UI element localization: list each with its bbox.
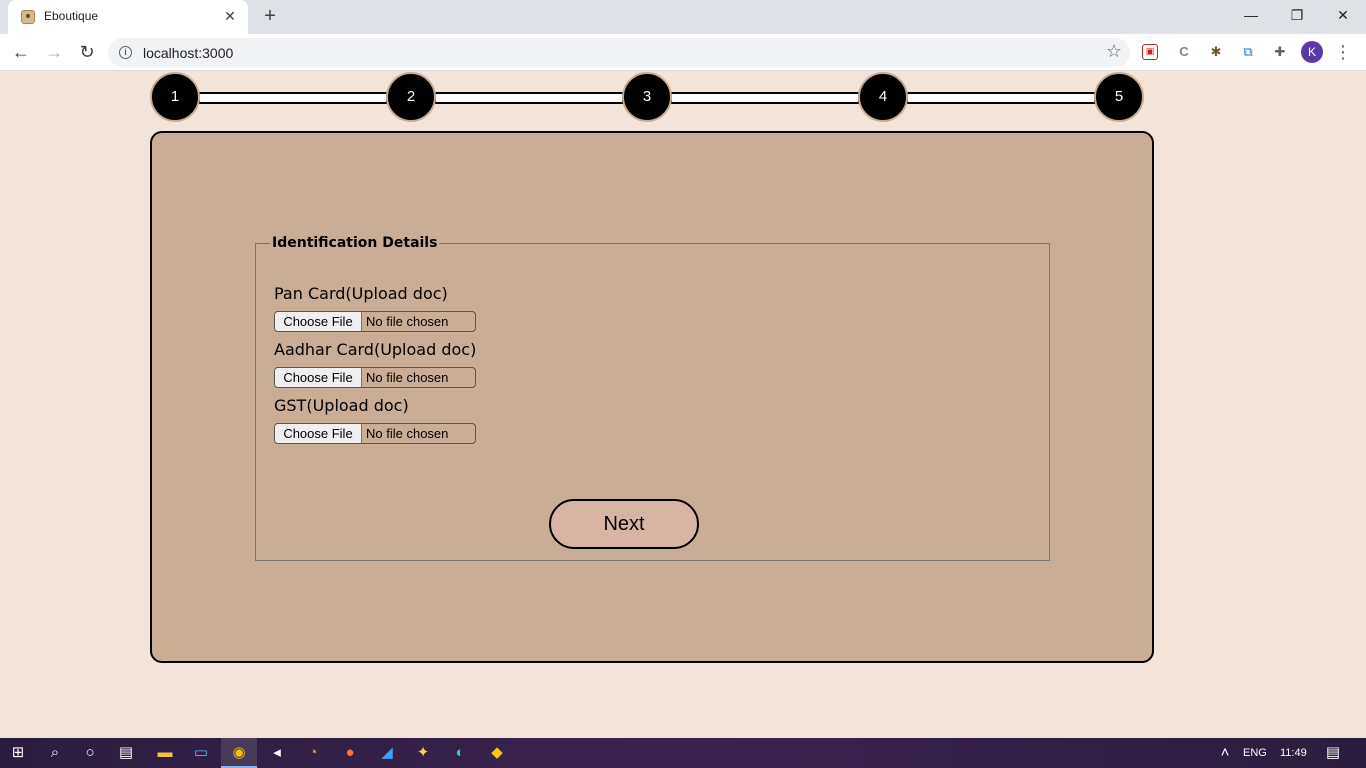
reload-icon[interactable]: ↻ (74, 39, 100, 65)
browser-menu-icon[interactable]: ⋮ (1334, 40, 1352, 64)
new-tab-button[interactable]: + (258, 5, 282, 29)
language-indicator[interactable]: ENG (1243, 738, 1267, 768)
step-5-circle[interactable]: 5 (1094, 72, 1144, 122)
window-minimize-button[interactable]: — (1228, 0, 1274, 30)
gst-file-status: No file chosen (366, 426, 449, 441)
pan-card-label: Pan Card(Upload doc) (274, 284, 448, 303)
desktop-app-icon[interactable]: ▭ (183, 738, 219, 768)
bookmark-star-icon[interactable]: ☆ (1106, 41, 1122, 62)
site-favicon-icon (21, 10, 35, 24)
tab-title: Eboutique (44, 9, 99, 23)
step-connector (906, 92, 1096, 104)
profile-avatar[interactable]: K (1301, 41, 1323, 63)
blender-icon[interactable]: ◔ (295, 738, 331, 768)
aadhar-card-file-input[interactable]: Choose File No file chosen (274, 367, 476, 388)
address-bar[interactable]: i localhost:3000 ☆ (108, 38, 1130, 67)
edge-icon[interactable]: ◐ (442, 738, 478, 768)
step-connector (198, 92, 388, 104)
windows-taskbar: ⊞ ⌕ ○ ▤ ▬ ▭ ◉ ◂ ◔ ● ◢ ✦ ◐ ◆ ˄ ENG 11:49 … (0, 738, 1366, 768)
site-info-icon[interactable]: i (119, 46, 132, 59)
task-view-icon[interactable]: ▤ (108, 738, 144, 768)
screen-share-extension-icon[interactable]: ⧉ (1238, 42, 1258, 62)
form-card: Identification Details Pan Card(Upload d… (150, 131, 1154, 663)
next-button[interactable]: Next (549, 499, 699, 549)
url-text[interactable]: localhost:3000 (143, 45, 233, 61)
chrome-icon[interactable]: ◉ (221, 738, 257, 768)
notifications-icon[interactable]: ▤ (1315, 738, 1351, 768)
fieldset-legend: Identification Details (270, 235, 440, 251)
back-arrow-icon[interactable]: ← (8, 39, 34, 65)
step-3-circle[interactable]: 3 (622, 72, 672, 122)
progress-stepper: 1 2 3 4 5 (150, 72, 1146, 124)
extensions-puzzle-icon[interactable]: ✚ (1270, 42, 1290, 62)
fl-studio-icon[interactable]: ✦ (405, 738, 441, 768)
pan-card-file-input[interactable]: Choose File No file chosen (274, 311, 476, 332)
aadhar-card-label: Aadhar Card(Upload doc) (274, 340, 477, 359)
pdf-extension-icon[interactable]: ▣ (1142, 44, 1158, 60)
gst-choose-file-button[interactable]: Choose File (275, 424, 362, 443)
forward-arrow-icon[interactable]: → (41, 39, 67, 65)
windows-start-icon[interactable]: ⊞ (0, 738, 36, 768)
step-4-circle[interactable]: 4 (858, 72, 908, 122)
cortana-icon[interactable]: ○ (72, 738, 108, 768)
pan-card-file-status: No file chosen (366, 314, 449, 329)
app-arrow-icon[interactable]: ◂ (259, 738, 295, 768)
gst-label: GST(Upload doc) (274, 396, 409, 415)
code-extension-icon[interactable]: C (1174, 42, 1194, 62)
bug-extension-icon[interactable]: ✱ (1206, 42, 1226, 62)
search-icon[interactable]: ⌕ (37, 738, 73, 768)
tab-close-icon[interactable]: ✕ (220, 6, 240, 26)
git-icon[interactable]: ◆ (479, 738, 515, 768)
browser-tab[interactable]: Eboutique ✕ (8, 0, 248, 34)
window-close-button[interactable]: ✕ (1320, 0, 1366, 30)
clock[interactable]: 11:49 (1280, 738, 1307, 768)
firefox-icon[interactable]: ● (332, 738, 368, 768)
tray-chevron-up-icon[interactable]: ˄ (1207, 738, 1243, 768)
gst-file-input[interactable]: Choose File No file chosen (274, 423, 476, 444)
step-1-circle[interactable]: 1 (150, 72, 200, 122)
file-explorer-icon[interactable]: ▬ (147, 738, 183, 768)
step-connector (434, 92, 624, 104)
window-restore-button[interactable]: ❐ (1274, 0, 1320, 30)
pan-card-choose-file-button[interactable]: Choose File (275, 312, 362, 331)
vscode-icon[interactable]: ◢ (369, 738, 405, 768)
step-connector (670, 92, 860, 104)
aadhar-card-choose-file-button[interactable]: Choose File (275, 368, 362, 387)
browser-toolbar: ← → ↻ i localhost:3000 ☆ ▣ C ✱ ⧉ ✚ K ⋮ (0, 34, 1366, 71)
tab-strip: Eboutique ✕ + — ❐ ✕ (0, 0, 1366, 34)
aadhar-card-file-status: No file chosen (366, 370, 449, 385)
step-2-circle[interactable]: 2 (386, 72, 436, 122)
identification-fieldset: Identification Details Pan Card(Upload d… (255, 235, 1050, 561)
